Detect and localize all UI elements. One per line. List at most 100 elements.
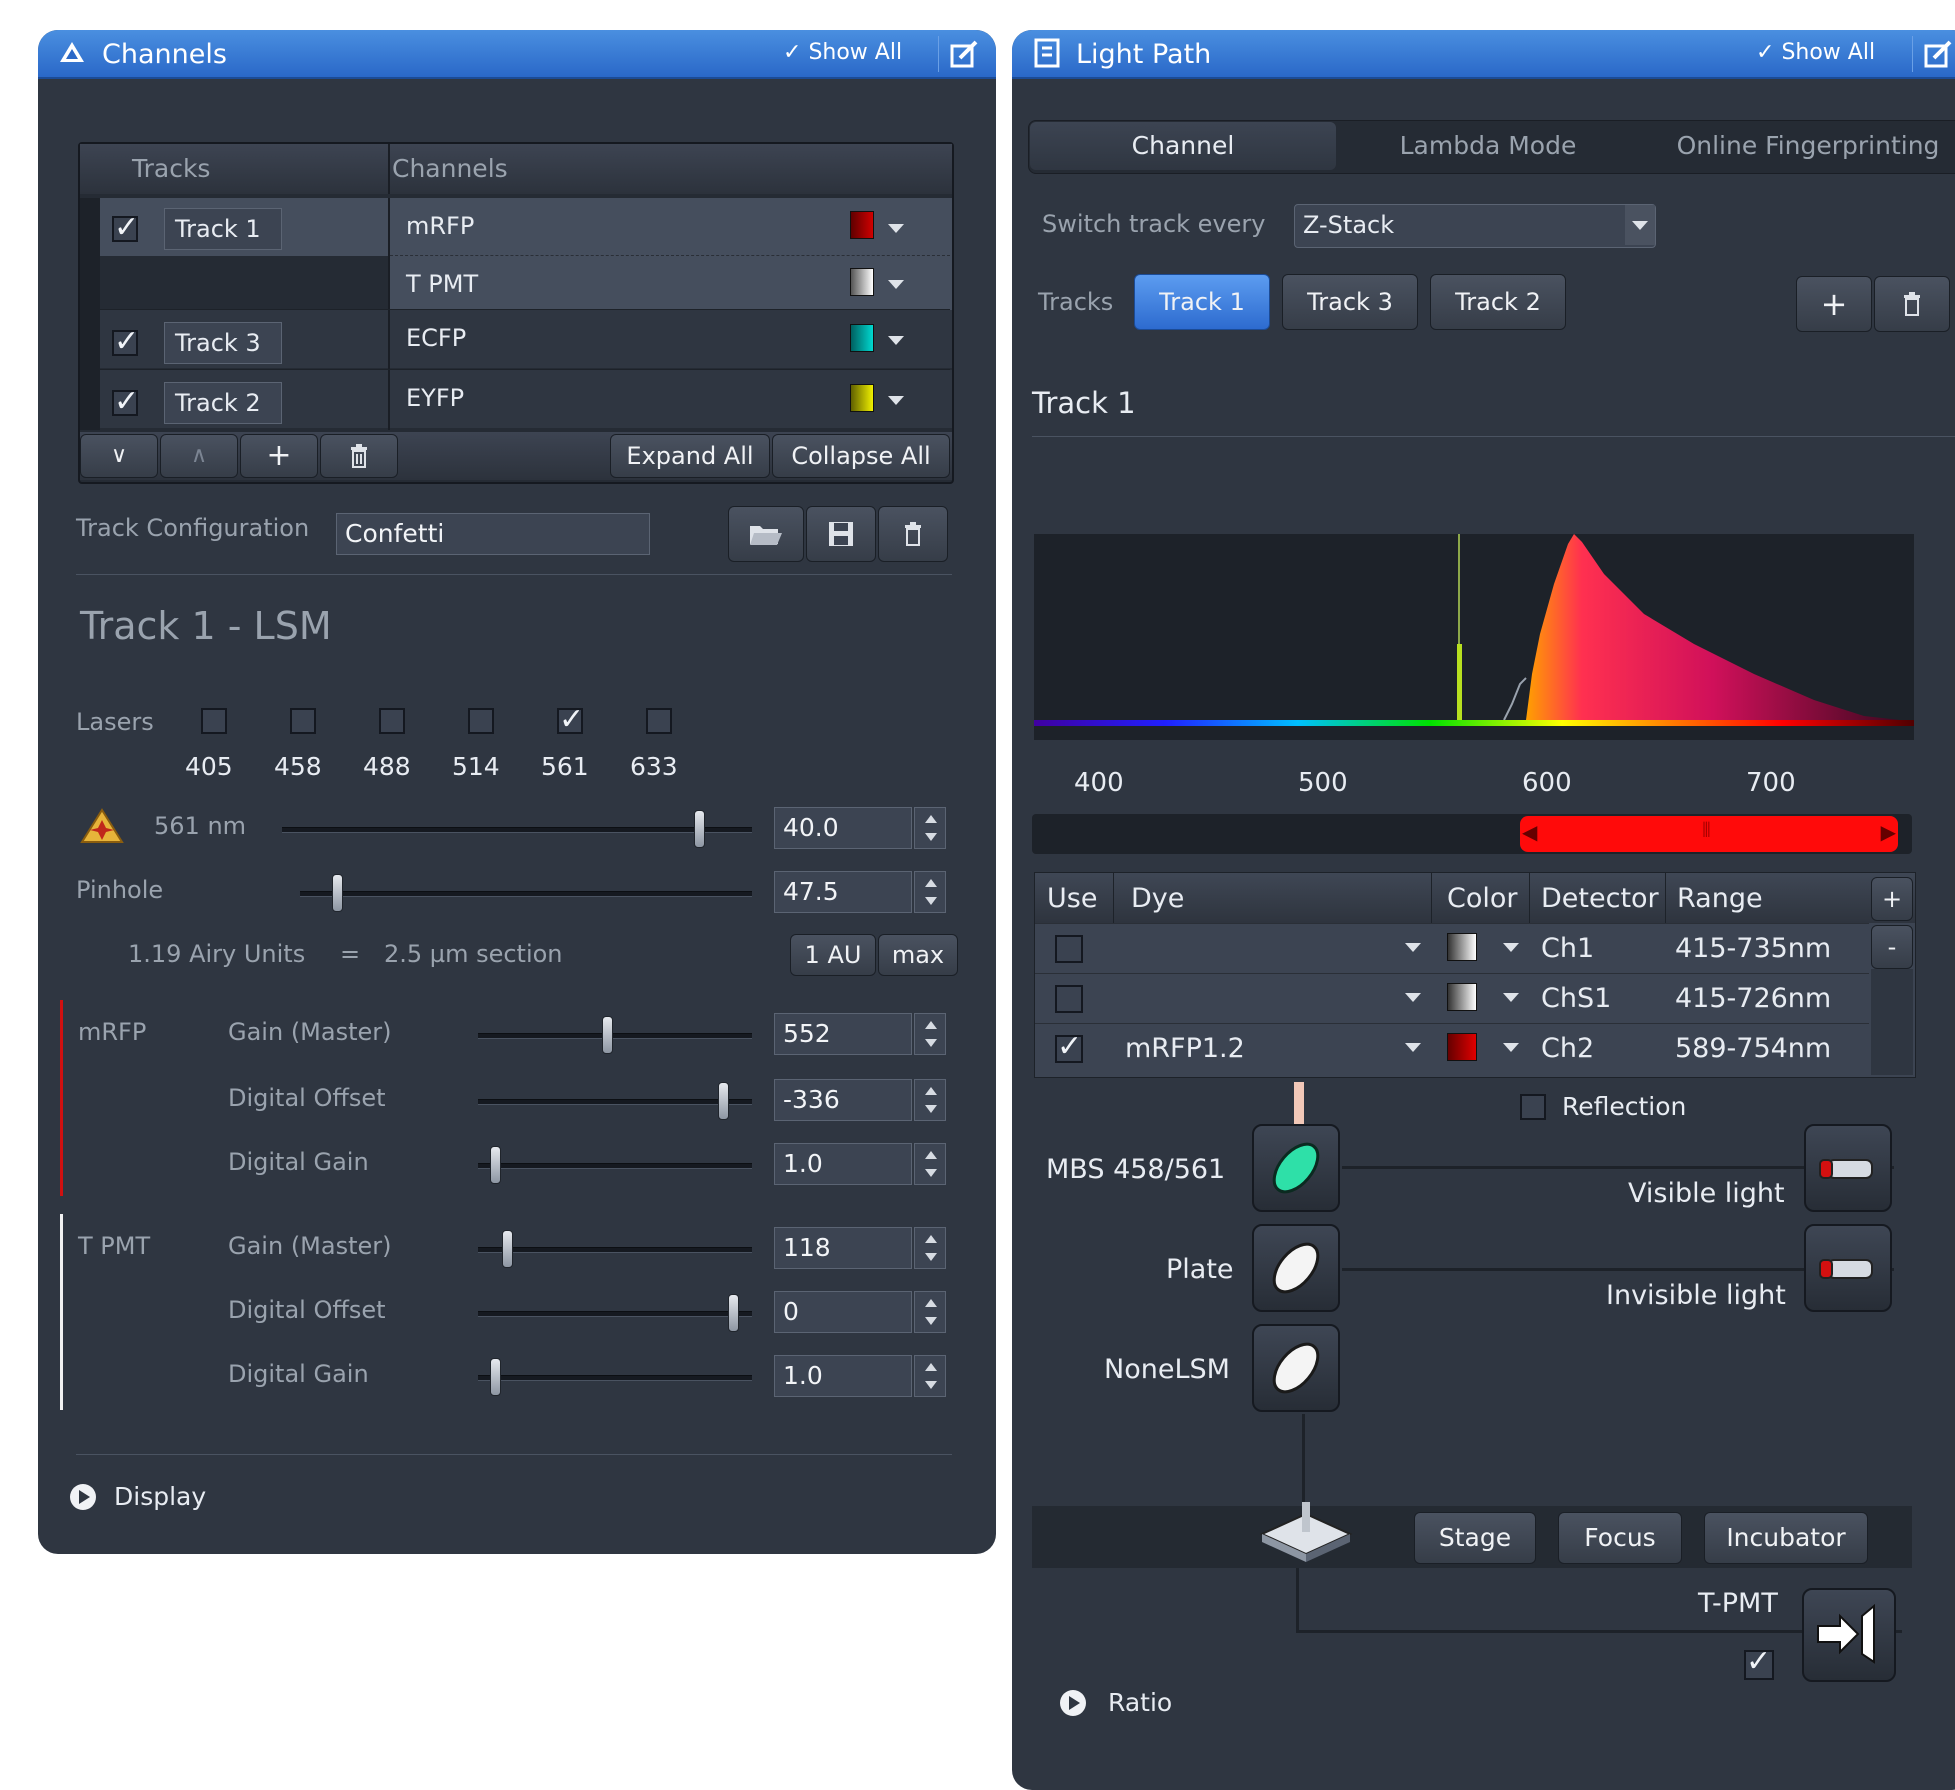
- pinhole-input[interactable]: 47.5: [774, 871, 912, 913]
- open-config-button[interactable]: [728, 506, 804, 562]
- invisible-light-button[interactable]: [1804, 1224, 1892, 1312]
- color-dropdown-icon[interactable]: [1503, 1043, 1519, 1052]
- range-right-handle-icon[interactable]: ▶: [1881, 820, 1896, 844]
- undock-icon[interactable]: [1924, 40, 1954, 68]
- delete-track-button[interactable]: [320, 434, 398, 478]
- undock-icon[interactable]: [950, 40, 980, 68]
- laser-488-checkbox[interactable]: [379, 708, 405, 734]
- ch1-color-swatch[interactable]: [1447, 933, 1477, 961]
- expand-all-button[interactable]: Expand All: [610, 434, 770, 478]
- chevron-down-icon[interactable]: [888, 280, 904, 289]
- laser-561-checkbox[interactable]: [557, 702, 584, 737]
- ratio-section-label[interactable]: Ratio: [1108, 1688, 1172, 1717]
- laser-power-stepper[interactable]: [914, 807, 946, 849]
- visible-light-button[interactable]: [1804, 1124, 1892, 1212]
- chevron-down-icon[interactable]: [888, 336, 904, 345]
- expand-arrow-icon[interactable]: [68, 1482, 98, 1512]
- stage-icon[interactable]: [1254, 1500, 1358, 1572]
- add-detector-button[interactable]: +: [1871, 877, 1913, 921]
- track-configuration-input[interactable]: Confetti: [336, 513, 650, 555]
- track-3-button[interactable]: Track 3: [1282, 274, 1418, 330]
- laser-405-checkbox[interactable]: [201, 708, 227, 734]
- tpmt-gain-input[interactable]: 118: [774, 1227, 912, 1269]
- tpmt-offset-slider-track[interactable]: [478, 1311, 752, 1317]
- range-left-handle-icon[interactable]: ◀: [1522, 820, 1537, 844]
- use-chs1-checkbox[interactable]: [1055, 985, 1083, 1013]
- mrfp-digital-gain-input[interactable]: 1.0: [774, 1143, 912, 1185]
- tpmt-checkbox[interactable]: [1744, 1644, 1774, 1680]
- dye-dropdown-icon[interactable]: [1405, 1043, 1421, 1052]
- tpmt-gain-slider-track[interactable]: [478, 1247, 752, 1253]
- dye-dropdown-icon[interactable]: [1405, 993, 1421, 1002]
- tpmt-detector-button[interactable]: [1802, 1588, 1896, 1682]
- mbs-filter-button[interactable]: [1252, 1124, 1340, 1212]
- track-1-name[interactable]: Track 1: [164, 208, 282, 250]
- laser-458-checkbox[interactable]: [290, 708, 316, 734]
- display-section-label[interactable]: Display: [114, 1482, 206, 1511]
- one-au-button[interactable]: 1 AU: [790, 934, 876, 976]
- tpmt-offset-stepper[interactable]: [914, 1291, 946, 1333]
- switch-track-select[interactable]: Z-Stack: [1294, 204, 1656, 248]
- chs1-color-swatch[interactable]: [1447, 983, 1477, 1011]
- channel-eyfp-color[interactable]: [850, 384, 874, 412]
- laser-power-slider-track[interactable]: [282, 827, 752, 833]
- mrfp-gain-stepper[interactable]: [914, 1013, 946, 1055]
- tpmt-gain-stepper[interactable]: [914, 1227, 946, 1269]
- plate-filter-button[interactable]: [1252, 1224, 1340, 1312]
- chevron-down-icon[interactable]: [888, 396, 904, 405]
- collapse-triangle-icon[interactable]: [58, 40, 86, 64]
- tpmt-offset-slider-thumb[interactable]: [728, 1294, 739, 1332]
- reflection-checkbox[interactable]: [1520, 1094, 1546, 1120]
- delete-config-button[interactable]: [878, 506, 948, 562]
- stage-button[interactable]: Stage: [1414, 1512, 1536, 1564]
- channel-tpmt-color[interactable]: [850, 268, 874, 296]
- incubator-button[interactable]: Incubator: [1704, 1512, 1868, 1564]
- color-dropdown-icon[interactable]: [1503, 993, 1519, 1002]
- tab-channel[interactable]: Channel: [1030, 122, 1336, 170]
- tab-lambda-mode[interactable]: Lambda Mode: [1338, 122, 1638, 170]
- use-ch1-checkbox[interactable]: [1055, 935, 1083, 963]
- mrfp-gain-slider-track[interactable]: [478, 1033, 752, 1039]
- add-track-button[interactable]: +: [240, 434, 318, 478]
- move-down-button[interactable]: ∨: [80, 434, 158, 478]
- pinhole-stepper[interactable]: [914, 871, 946, 913]
- track-2-button[interactable]: Track 2: [1430, 274, 1566, 330]
- pinhole-slider-track[interactable]: [300, 891, 752, 897]
- track-2-checkbox[interactable]: [112, 384, 139, 419]
- focus-button[interactable]: Focus: [1558, 1512, 1682, 1564]
- mrfp-digital-gain-stepper[interactable]: [914, 1143, 946, 1185]
- track-2-name[interactable]: Track 2: [164, 382, 282, 424]
- range-grip-icon[interactable]: ⦀: [1702, 818, 1711, 842]
- track-3-name[interactable]: Track 3: [164, 322, 282, 364]
- channel-ecfp-color[interactable]: [850, 324, 874, 352]
- mrfp-gain-slider-thumb[interactable]: [602, 1016, 613, 1054]
- none-lsm-filter-button[interactable]: [1252, 1324, 1340, 1412]
- mrfp-offset-slider-track[interactable]: [478, 1099, 752, 1105]
- pinhole-slider-thumb[interactable]: [332, 874, 343, 912]
- laser-power-input[interactable]: 40.0: [774, 807, 912, 849]
- tab-online-fingerprinting[interactable]: Online Fingerprinting: [1638, 122, 1955, 170]
- collapse-all-button[interactable]: Collapse All: [772, 434, 950, 478]
- laser-power-slider-thumb[interactable]: [694, 810, 705, 848]
- save-config-button[interactable]: [806, 506, 876, 562]
- tpmt-digital-gain-stepper[interactable]: [914, 1355, 946, 1397]
- ch2-color-swatch[interactable]: [1447, 1033, 1477, 1061]
- tpmt-digital-gain-input[interactable]: 1.0: [774, 1355, 912, 1397]
- tpmt-offset-input[interactable]: 0: [774, 1291, 912, 1333]
- show-all-button[interactable]: ✓ Show All: [1756, 40, 1875, 65]
- chevron-down-icon[interactable]: [888, 224, 904, 233]
- track-3-checkbox[interactable]: [112, 324, 139, 359]
- tpmt-digital-gain-slider-thumb[interactable]: [490, 1358, 501, 1396]
- expand-arrow-icon[interactable]: [1058, 1688, 1088, 1718]
- detection-range-slider[interactable]: ◀ ⦀ ▶: [1520, 816, 1898, 852]
- channel-mrfp-color[interactable]: [850, 211, 874, 239]
- tpmt-gain-slider-thumb[interactable]: [502, 1230, 513, 1268]
- color-dropdown-icon[interactable]: [1503, 943, 1519, 952]
- mrfp-offset-input[interactable]: -336: [774, 1079, 912, 1121]
- mrfp-digital-gain-slider-thumb[interactable]: [490, 1146, 501, 1184]
- laser-514-checkbox[interactable]: [468, 708, 494, 734]
- ch2-dye[interactable]: mRFP1.2: [1125, 1033, 1245, 1064]
- laser-633-checkbox[interactable]: [646, 708, 672, 734]
- max-button[interactable]: max: [878, 934, 958, 976]
- dye-dropdown-icon[interactable]: [1405, 943, 1421, 952]
